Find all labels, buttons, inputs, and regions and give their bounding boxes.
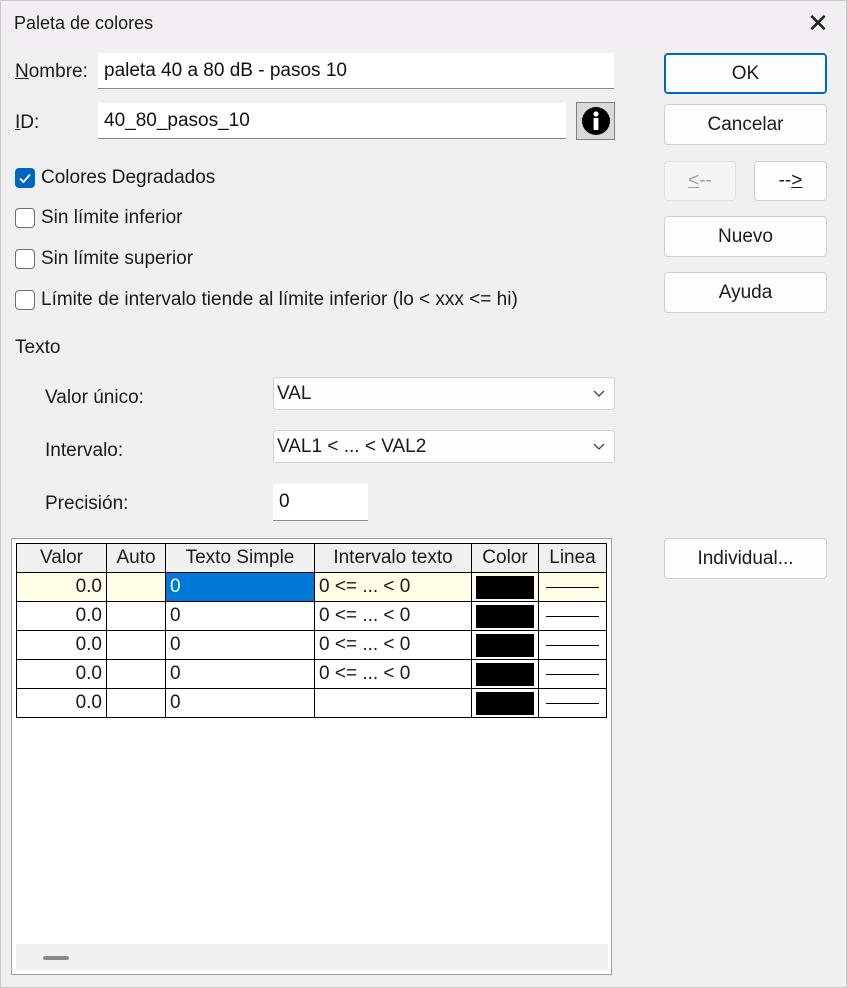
prev-button[interactable]: < -- [664,161,736,201]
valor-unico-label: Valor único: [45,387,144,408]
cell-intervalo[interactable] [314,688,472,718]
cell-texto-simple[interactable]: 0 [165,659,315,689]
checkbox-box[interactable] [15,290,35,310]
chevron-down-icon [593,443,605,450]
table-row[interactable]: 0.0 0 0 <= ... < 0 [16,630,607,660]
color-swatch [476,662,534,686]
cell-valor[interactable]: 0.0 [16,572,107,602]
horizontal-scrollbar[interactable] [16,944,608,970]
line-sample [546,586,599,588]
color-swatch [476,575,534,599]
individual-button[interactable]: Individual... [664,538,827,579]
cancel-button[interactable]: Cancelar [664,104,827,145]
id-input[interactable] [98,103,566,139]
column-header-linea[interactable]: Linea [538,543,607,573]
grid-header: Valor Auto Texto Simple Intervalo texto … [16,543,607,573]
line-sample [546,644,599,646]
nombre-input[interactable] [98,53,614,89]
close-button[interactable]: ✕ [790,1,846,46]
checkbox-sin-limite-superior[interactable]: Sin límite superior [15,248,193,270]
nuevo-button[interactable]: Nuevo [664,216,827,257]
id-label: ID: [15,112,40,133]
cell-color[interactable] [471,630,539,660]
color-grid[interactable]: Valor Auto Texto Simple Intervalo texto … [11,538,612,975]
cell-valor[interactable]: 0.0 [16,601,107,631]
checkbox-label: Límite de intervalo tiende al límite inf… [41,289,518,310]
ayuda-button[interactable]: Ayuda [664,272,827,313]
close-icon: ✕ [807,8,829,38]
table-row[interactable]: 0.0 0 [16,688,607,718]
checkmark-icon [19,173,31,184]
valor-unico-value: VAL [277,382,312,404]
valor-unico-select[interactable]: VAL [273,377,615,410]
intervalo-select[interactable]: VAL1 < ... < VAL2 [273,430,615,463]
chevron-down-icon [593,390,605,397]
color-palette-dialog: Paleta de colores ✕ Nombre: ID: Colores … [0,0,847,988]
precision-label: Precisión: [45,493,129,514]
scrollbar-thumb[interactable] [43,956,69,960]
cell-linea[interactable] [538,601,607,631]
cell-texto-simple[interactable]: 0 [165,688,315,718]
cell-texto-simple[interactable]: 0 [165,630,315,660]
cell-color[interactable] [471,659,539,689]
info-button[interactable] [576,102,615,140]
line-sample [546,673,599,675]
cell-valor[interactable]: 0.0 [16,659,107,689]
column-header-auto[interactable]: Auto [106,543,166,573]
cell-color[interactable] [471,688,539,718]
checkbox-box[interactable] [15,249,35,269]
checkbox-label: Sin límite superior [41,248,194,269]
cell-valor[interactable]: 0.0 [16,630,107,660]
color-swatch [476,604,534,628]
column-header-intervalo-texto[interactable]: Intervalo texto [314,543,472,573]
cell-linea[interactable] [538,659,607,689]
cell-texto-simple[interactable]: 0 [165,601,315,631]
cell-color[interactable] [471,572,539,602]
line-sample [546,702,599,704]
cell-texto-simple[interactable]: 0 [165,572,315,602]
cell-linea[interactable] [538,572,607,602]
cell-color[interactable] [471,601,539,631]
cell-valor[interactable]: 0.0 [16,688,107,718]
cell-linea[interactable] [538,630,607,660]
cell-auto[interactable] [106,659,166,689]
title-bar: Paleta de colores ✕ [1,1,846,46]
checkbox-box[interactable] [15,208,35,228]
color-swatch [476,633,534,657]
cell-auto[interactable] [106,601,166,631]
column-header-texto-simple[interactable]: Texto Simple [165,543,315,573]
intervalo-label: Intervalo: [45,440,124,461]
line-sample [546,615,599,617]
cell-intervalo[interactable]: 0 <= ... < 0 [314,630,472,660]
grid-table: Valor Auto Texto Simple Intervalo texto … [16,543,607,718]
cell-intervalo[interactable]: 0 <= ... < 0 [314,601,472,631]
info-icon [581,107,610,135]
cell-auto[interactable] [106,688,166,718]
texto-section-label: Texto [15,337,61,358]
window-title: Paleta de colores [14,13,154,33]
cell-intervalo[interactable]: 0 <= ... < 0 [314,572,472,602]
checkbox-colores-degradados[interactable]: Colores Degradados [15,167,215,189]
column-header-color[interactable]: Color [471,543,539,573]
checkbox-limite-intervalo[interactable]: Límite de intervalo tiende al límite inf… [15,289,518,311]
checkbox-sin-limite-inferior[interactable]: Sin límite inferior [15,207,183,229]
checkbox-box[interactable] [15,168,35,188]
ok-button[interactable]: OK [664,53,827,94]
next-button[interactable]: -- > [754,161,827,201]
color-swatch [476,691,534,715]
nombre-label: Nombre: [15,61,88,82]
cell-auto[interactable] [106,630,166,660]
checkbox-label: Colores Degradados [41,167,216,188]
table-row[interactable]: 0.0 0 0 <= ... < 0 [16,572,607,602]
cell-linea[interactable] [538,688,607,718]
table-row[interactable]: 0.0 0 0 <= ... < 0 [16,601,607,631]
precision-input[interactable] [273,484,368,521]
checkbox-label: Sin límite inferior [41,207,183,228]
intervalo-value: VAL1 < ... < VAL2 [277,435,427,457]
column-header-valor[interactable]: Valor [16,543,107,573]
table-row[interactable]: 0.0 0 0 <= ... < 0 [16,659,607,689]
cell-auto[interactable] [106,572,166,602]
cell-intervalo[interactable]: 0 <= ... < 0 [314,659,472,689]
